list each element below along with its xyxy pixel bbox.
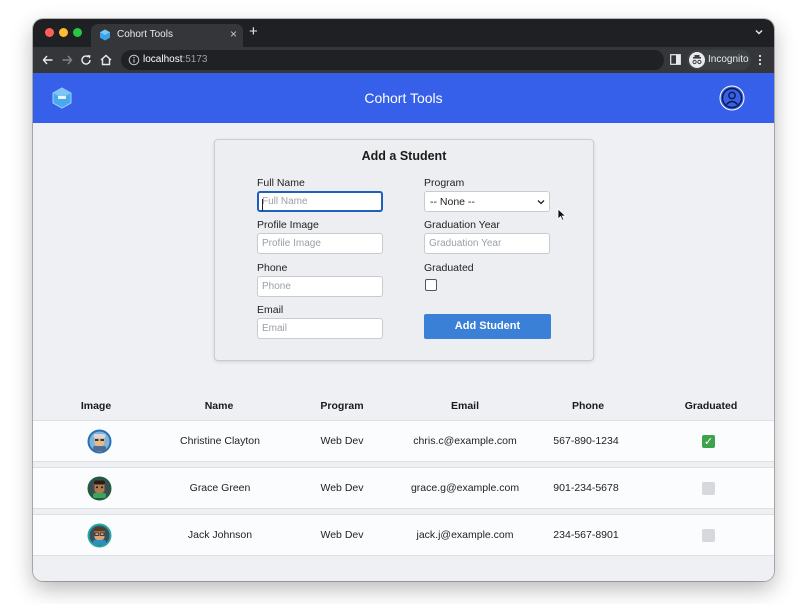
incognito-label: Incognito (708, 54, 749, 65)
forward-arrow-icon[interactable] (60, 53, 74, 67)
column-header-name: Name (204, 400, 234, 412)
profile-image-input[interactable] (257, 233, 383, 254)
browser-toolbar: localhost:5173 Incognito (33, 47, 774, 73)
back-arrow-icon[interactable] (41, 53, 55, 67)
student-name: Grace Green (189, 482, 251, 494)
program-select[interactable]: -- None -- (424, 191, 550, 212)
graduation-year-label: Graduation Year (424, 219, 500, 231)
tab-title: Cohort Tools (117, 29, 173, 40)
more-menu-icon[interactable] (757, 54, 763, 66)
form-title: Add a Student (361, 149, 447, 163)
mouse-pointer-icon (557, 208, 567, 221)
incognito-badge[interactable]: Incognito (687, 50, 751, 70)
chevron-down-icon[interactable] (754, 27, 764, 37)
table-row[interactable]: Christine Clayton Web Dev chris.c@exampl… (33, 420, 774, 462)
user-profile-icon[interactable] (719, 85, 745, 111)
student-avatar (87, 523, 112, 548)
column-header-phone: Phone (571, 400, 605, 412)
browser-window: Cohort Tools × + localhost:5173 Incognit… (33, 19, 774, 581)
column-header-program: Program (320, 400, 364, 412)
incognito-icon (689, 52, 705, 68)
app-header: Cohort Tools (33, 73, 774, 123)
student-program: Web Dev (320, 482, 364, 494)
close-window-button[interactable] (45, 28, 54, 37)
graduated-label: Graduated (424, 262, 474, 274)
student-name: Christine Clayton (180, 435, 260, 447)
url-text: localhost:5173 (143, 54, 208, 65)
profile-image-label: Profile Image (257, 219, 319, 231)
home-icon[interactable] (99, 53, 113, 67)
text-caret (262, 199, 263, 211)
main-content: Add a Student Full Name Profile Image Ph… (33, 123, 774, 581)
student-name: Jack Johnson (187, 529, 253, 541)
side-panel-icon[interactable] (670, 54, 681, 65)
tab-close-icon[interactable]: × (230, 27, 237, 41)
app-title: Cohort Tools (364, 90, 443, 106)
student-phone: 567-890-1234 (553, 435, 619, 447)
graduated-checkmark-glyph: ✓ (703, 435, 714, 448)
maximize-window-button[interactable] (73, 28, 82, 37)
email-label: Email (257, 304, 284, 316)
student-email: chris.c@example.com (413, 435, 517, 447)
student-email: grace.g@example.com (410, 482, 520, 494)
phone-input[interactable] (257, 276, 383, 297)
column-header-image: Image (80, 400, 112, 412)
column-header-email: Email (450, 400, 480, 412)
graduated-checkmark-icon: ✓ (702, 435, 715, 448)
cube-favicon-icon (100, 29, 110, 41)
minimize-window-button[interactable] (59, 28, 68, 37)
browser-tab[interactable]: Cohort Tools × (91, 24, 243, 47)
info-icon[interactable] (128, 54, 140, 66)
new-tab-button[interactable]: + (249, 23, 258, 41)
url-host: localhost (143, 54, 183, 65)
graduation-year-input[interactable] (424, 233, 550, 254)
tab-strip: Cohort Tools × + (33, 19, 774, 47)
table-row[interactable]: Grace Green Web Dev grace.g@example.com … (33, 467, 774, 509)
table-row[interactable]: Jack Johnson Web Dev jack.j@example.com … (33, 514, 774, 556)
chevron-down-icon (537, 200, 545, 205)
address-bar[interactable]: localhost:5173 (121, 50, 744, 70)
student-avatar (87, 429, 112, 454)
add-student-button[interactable]: Add Student (424, 314, 551, 339)
student-email: jack.j@example.com (416, 529, 514, 541)
phone-label: Phone (257, 262, 288, 274)
column-header-graduated: Graduated (684, 400, 738, 412)
program-selected-value: -- None -- (430, 196, 475, 208)
student-program: Web Dev (320, 529, 364, 541)
student-program: Web Dev (320, 435, 364, 447)
student-phone: 901-234-5678 (553, 482, 619, 494)
email-input[interactable] (257, 318, 383, 339)
add-student-form: Add a Student Full Name Profile Image Ph… (214, 139, 594, 361)
not-graduated-box-icon (702, 482, 715, 495)
not-graduated-box-icon (702, 529, 715, 542)
full-name-input[interactable] (257, 191, 383, 212)
url-port: :5173 (182, 54, 208, 65)
full-name-label: Full Name (257, 177, 305, 189)
reload-icon[interactable] (79, 53, 93, 67)
program-label: Program (424, 177, 465, 189)
student-phone: 234-567-8901 (553, 529, 619, 541)
graduated-checkbox[interactable] (425, 279, 437, 291)
student-avatar (87, 476, 112, 501)
